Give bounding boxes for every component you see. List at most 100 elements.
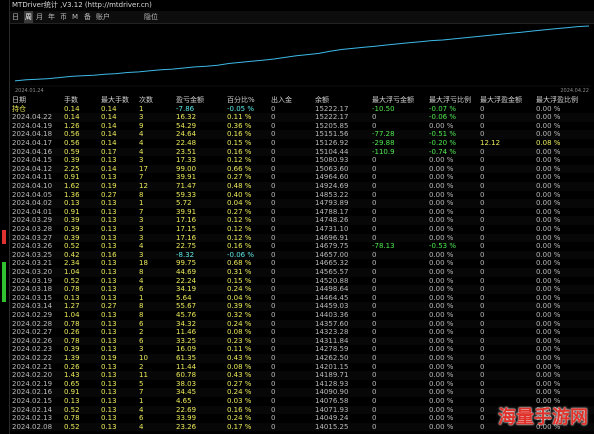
table-row[interactable]: 2024.03.25 0.42 0.16 3 -8.32 -0.06 % 0 14657.00… — [10, 250, 594, 260]
table-cell: 0 — [372, 379, 377, 388]
column-header[interactable]: 出入金 — [271, 96, 292, 105]
table-cell: 0 — [271, 216, 276, 225]
table-cell: 0.00 % — [429, 182, 454, 190]
table-row[interactable]: 2024.03.15 0.13 0.13 1 5.64 0.04 % 0 14464.45 0 0… — [10, 294, 594, 303]
table-row[interactable]: 2024.04.12 2.25 0.14 17 99.00 0.66 % 0 15063.60… — [10, 164, 594, 174]
table-cell: 39.91 — [176, 207, 197, 216]
column-header[interactable]: 最大浮亏比例 — [429, 96, 471, 105]
table-cell: 0.14 — [101, 130, 117, 139]
table-cell: 0.00 % — [429, 371, 454, 380]
column-header[interactable]: 手数 — [64, 96, 78, 105]
column-header[interactable]: 最大浮亏金额 — [372, 96, 414, 105]
toolbar-tab-4[interactable]: 币 — [60, 11, 67, 23]
table-cell: 0.14 — [64, 113, 80, 122]
table-cell: 0.13 — [101, 328, 117, 337]
table-cell: 0.52 — [64, 422, 80, 431]
table-row[interactable]: 2024.04.16 0.59 0.17 4 23.51 0.16 % 0 15104.44 -… — [10, 147, 594, 157]
table-cell: 0.00 % — [536, 371, 561, 380]
table-cell: 0 — [480, 293, 485, 302]
table-row[interactable]: 2024.02.27 0.26 0.13 2 11.46 0.08 % 0 14323.28 0… — [10, 328, 594, 337]
table-cell: 0.16 % — [227, 405, 252, 414]
table-cell: 2024.04.19 — [12, 121, 53, 130]
table-cell: 0.13 — [101, 156, 117, 165]
toolbar-tab-0[interactable]: 日 — [12, 11, 19, 23]
table-cell: 0 — [372, 250, 377, 259]
table-cell: 0 — [271, 336, 276, 345]
table-cell: 0.19 — [101, 182, 117, 190]
column-header[interactable]: 盈亏金额 — [176, 96, 204, 105]
table-cell: 0.19 — [101, 354, 117, 362]
column-header[interactable]: 次数 — [139, 96, 153, 105]
toolbar-tab-9[interactable]: 隐位 — [144, 11, 158, 23]
toolbar-tab-5[interactable]: M — [72, 11, 78, 23]
table-cell: 0.00 % — [536, 362, 561, 371]
table-row[interactable]: 2024.04.01 0.91 0.13 7 39.91 0.27 % 0 14788.17 0… — [10, 208, 594, 217]
table-cell: 0.13 — [101, 362, 117, 371]
table-cell: 0.13 — [101, 388, 117, 397]
column-header[interactable]: 最大浮盈金额 — [480, 96, 522, 105]
table-row[interactable]: 2024.04.18 0.56 0.14 4 24.64 0.16 % 0 15151.56 -… — [10, 130, 594, 139]
table-row[interactable]: 2024.04.15 0.39 0.13 3 17.33 0.12 % 0 15080.93 0… — [10, 156, 594, 165]
table-cell: 0.12 % — [227, 156, 252, 165]
table-cell: 0.00 % — [429, 207, 454, 216]
table-cell: 0.26 — [64, 362, 80, 371]
table-cell: 0.13 — [101, 285, 117, 294]
table-cell: 2024.04.12 — [12, 164, 53, 173]
table-row[interactable]: 2024.04.11 0.91 0.13 7 39.91 0.27 % 0 14964.60 0… — [10, 173, 594, 182]
table-row[interactable]: 2024.02.19 0.65 0.13 5 38.03 0.27 % 0 14128.93 0… — [10, 380, 594, 389]
column-header[interactable]: 百分比% — [227, 96, 255, 105]
toolbar-tab-1[interactable]: 周 — [24, 11, 33, 23]
table-row[interactable]: 2024.03.18 0.78 0.13 6 34.19 0.24 % 0 14498.64 0… — [10, 285, 594, 294]
table-row[interactable]: 2024.02.26 0.78 0.13 6 33.25 0.23 % 0 14311.84 0… — [10, 336, 594, 346]
table-cell: 14565.57 — [315, 268, 349, 276]
table-cell: 54.29 — [176, 121, 197, 130]
table-row[interactable]: 2024.03.20 1.04 0.13 8 44.69 0.31 % 0 14565.57 0… — [10, 268, 594, 277]
table-row[interactable]: 2024.03.27 0.39 0.13 3 17.16 0.12 % 0 14696.91 0… — [10, 233, 594, 243]
table-cell: 23.26 — [176, 422, 197, 431]
table-header: 日期 手数 最大手数 次数 盈亏金额 百分比% 出入金 余额 最大浮亏金额 最大浮亏比例 最大浮盈金… — [10, 96, 594, 105]
toolbar-tab-3[interactable]: 年 — [48, 11, 55, 23]
table-cell: 0.43 % — [227, 354, 252, 362]
table-row[interactable]: 2024.02.29 1.04 0.13 8 45.76 0.32 % 0 14403.36 0… — [10, 311, 594, 320]
table-cell: 0 — [271, 147, 276, 156]
table-cell: 0.03 % — [227, 397, 252, 405]
table-row[interactable]: 2024.04.10 1.62 0.19 12 71.47 0.48 % 0 14924.69… — [10, 182, 594, 191]
table-cell: 0.39 % — [227, 302, 252, 311]
equity-curve-svg: 2024.01.24 2024.04.22 — [13, 25, 591, 94]
table-cell: 0.12 % — [227, 216, 252, 225]
table-row[interactable]: 2024.04.02 0.13 0.13 1 5.72 0.04 % 0 14793.89 0 0… — [10, 199, 594, 208]
table-row[interactable]: 2024.04.19 1.26 0.14 9 54.29 0.36 % 0 15205.85 0… — [10, 122, 594, 131]
column-header[interactable]: 余额 — [315, 96, 329, 105]
toolbar-tab-7[interactable]: 账户 — [96, 11, 110, 23]
table-cell: 33.99 — [176, 414, 197, 423]
table-cell: 7 — [139, 207, 144, 216]
table-row[interactable]: 2024.02.22 1.39 0.19 10 61.35 0.43 % 0 14262.50… — [10, 354, 594, 363]
table-row[interactable]: 2024.02.20 1.43 0.13 11 60.78 0.43 % 0 14189.71… — [10, 371, 594, 380]
column-header[interactable]: 最大浮盈比例 — [536, 96, 578, 105]
table-row[interactable]: 2024.04.05 1.36 0.27 8 59.33 0.40 % 0 14853.22 0… — [10, 191, 594, 200]
table-row[interactable]: 2024.02.23 0.39 0.13 3 16.09 0.11 % 0 14278.59 0… — [10, 345, 594, 354]
table-cell: 0.42 — [64, 250, 80, 259]
table-cell: 3 — [139, 216, 144, 225]
table-row[interactable]: 2024.04.17 0.56 0.14 4 22.48 0.15 % 0 15126.92 -… — [10, 139, 594, 148]
table-row[interactable]: 2024.03.21 2.34 0.13 18 99.75 0.68 % 0 14665.32… — [10, 259, 594, 268]
table-cell: 0.00 % — [536, 328, 561, 337]
toolbar-tab-6[interactable]: 备 — [84, 11, 91, 23]
table-cell: 0 — [372, 362, 377, 371]
table-row[interactable]: 2024.03.19 0.52 0.13 4 22.24 0.15 % 0 14520.88 0… — [10, 277, 594, 286]
column-header[interactable]: 最大手数 — [101, 96, 129, 105]
column-header[interactable]: 日期 — [12, 96, 26, 105]
table-cell: 14520.88 — [315, 276, 349, 285]
table-row[interactable]: 2024.02.21 0.26 0.13 2 11.44 0.08 % 0 14201.15 0… — [10, 363, 594, 372]
table-row[interactable]: 2024.03.14 1.27 0.27 8 55.67 0.39 % 0 14459.03 0… — [10, 302, 594, 311]
table-cell: 0.00 % — [536, 354, 561, 362]
table-row[interactable]: 2024.03.26 0.52 0.13 4 22.75 0.16 % 0 14679.75 -… — [10, 242, 594, 251]
toolbar-tab-2[interactable]: 月 — [36, 11, 43, 23]
table-row[interactable]: 2024.03.29 0.39 0.13 3 17.16 0.12 % 0 14748.26 0… — [10, 216, 594, 225]
table-row[interactable]: 2024.02.16 0.91 0.13 7 34.45 0.24 % 0 14090.90 0… — [10, 388, 594, 397]
table-row[interactable]: 2024.02.15 0.13 0.13 1 4.65 0.03 % 0 14076.58 0 0… — [10, 397, 594, 406]
table-row[interactable]: 2024.03.28 0.39 0.13 3 17.15 0.12 % 0 14731.10 0… — [10, 225, 594, 234]
table-row[interactable]: 持仓 0.14 0.14 1 -7.86 -0.05 % 0 15222.17 -10.50 -0… — [10, 105, 594, 114]
table-row[interactable]: 2024.04.22 0.14 0.14 3 16.32 0.11 % 0 15222.17 0… — [10, 113, 594, 122]
table-row[interactable]: 2024.02.28 0.78 0.13 6 34.32 0.24 % 0 14357.60 0… — [10, 319, 594, 329]
